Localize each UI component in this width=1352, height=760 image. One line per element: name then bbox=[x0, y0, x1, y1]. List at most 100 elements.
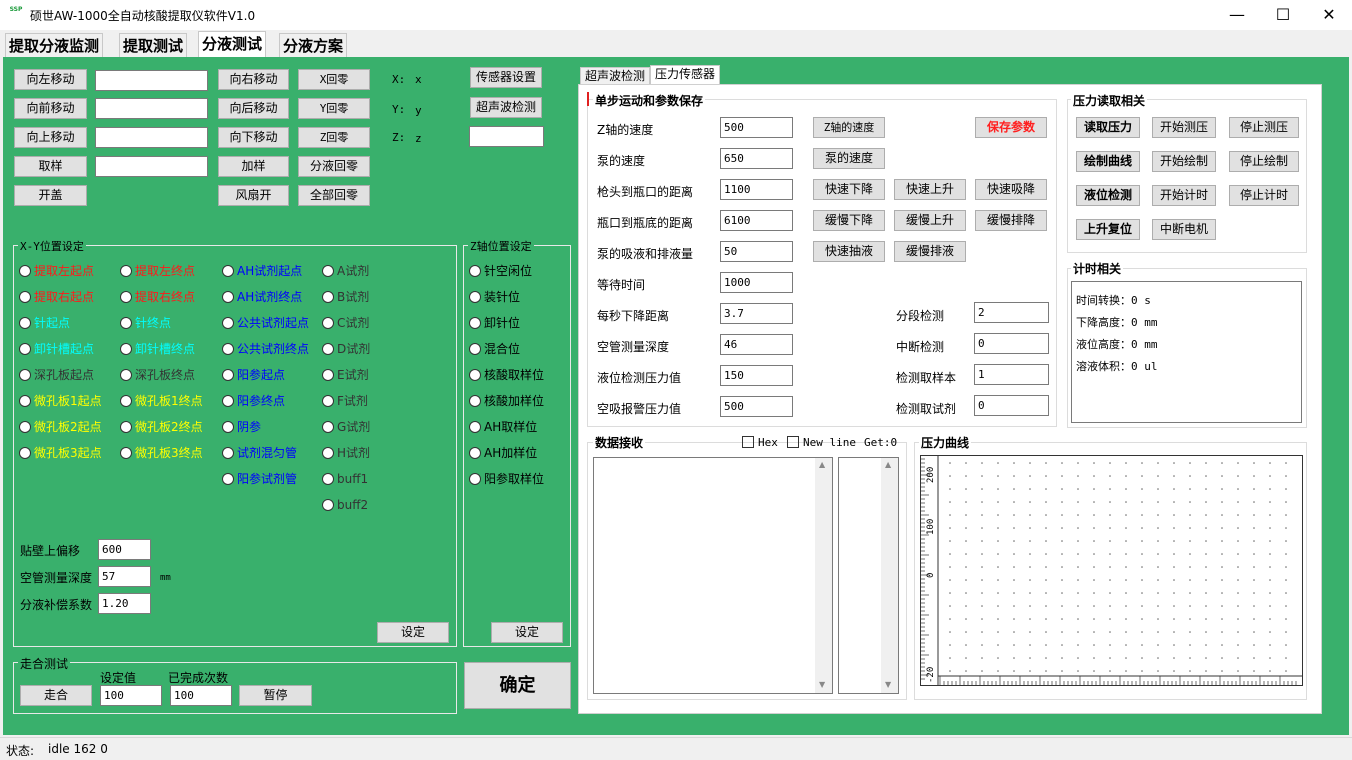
param-input[interactable]: 46 bbox=[720, 334, 793, 355]
move-down-button[interactable]: 向下移动 bbox=[218, 127, 289, 148]
z-set-button[interactable]: 设定 bbox=[491, 622, 563, 643]
xy-radio-col1-1[interactable]: 提取右起点 bbox=[19, 290, 94, 304]
xy-radio-col1-5[interactable]: 微孔板1起点 bbox=[19, 394, 102, 408]
xy-radio-col4-7[interactable]: H试剂 bbox=[322, 446, 370, 460]
xy-radio-col1-7[interactable]: 微孔板3起点 bbox=[19, 446, 102, 460]
confirm-button[interactable]: 确定 bbox=[464, 662, 571, 709]
radio-button-icon[interactable] bbox=[19, 447, 31, 459]
stop-draw-button[interactable]: 停止绘制 bbox=[1229, 151, 1299, 172]
draw-curve-button[interactable]: 绘制曲线 bbox=[1076, 151, 1140, 172]
z-radio-4[interactable]: 核酸取样位 bbox=[469, 368, 544, 382]
stop-timer-button[interactable]: 停止计时 bbox=[1229, 185, 1299, 206]
stop-motor-button[interactable]: 中断电机 bbox=[1152, 219, 1216, 240]
radio-button-icon[interactable] bbox=[120, 447, 132, 459]
sample-button[interactable]: 取样 bbox=[14, 156, 87, 177]
detect-sample-input[interactable]: 1 bbox=[974, 364, 1049, 385]
radio-button-icon[interactable] bbox=[19, 317, 31, 329]
radio-button-icon[interactable] bbox=[120, 317, 132, 329]
param-input[interactable]: 1100 bbox=[720, 179, 793, 200]
radio-button-icon[interactable] bbox=[322, 395, 334, 407]
stop-measure-button[interactable]: 停止测压 bbox=[1229, 117, 1299, 138]
tab-ultrasonic[interactable]: 超声波检测 bbox=[580, 67, 651, 85]
xy-radio-col1-4[interactable]: 深孔板起点 bbox=[19, 368, 94, 382]
radio-button-icon[interactable] bbox=[469, 291, 481, 303]
detect-reagent-input[interactable]: 0 bbox=[974, 395, 1049, 416]
radio-button-icon[interactable] bbox=[469, 395, 481, 407]
compensation-input[interactable]: 1.20 bbox=[98, 593, 151, 614]
param-input[interactable]: 150 bbox=[720, 365, 793, 386]
slow-up-button[interactable]: 缓慢上升 bbox=[894, 210, 966, 231]
xy-radio-col1-6[interactable]: 微孔板2起点 bbox=[19, 420, 102, 434]
radio-button-icon[interactable] bbox=[222, 473, 234, 485]
xy-radio-col2-4[interactable]: 深孔板终点 bbox=[120, 368, 195, 382]
xy-radio-col1-2[interactable]: 针起点 bbox=[19, 316, 70, 330]
xy-radio-col2-5[interactable]: 微孔板1终点 bbox=[120, 394, 203, 408]
param-input[interactable]: 50 bbox=[720, 241, 793, 262]
done-count-input[interactable]: 100 bbox=[170, 685, 232, 706]
radio-button-icon[interactable] bbox=[322, 317, 334, 329]
radio-button-icon[interactable] bbox=[322, 473, 334, 485]
param-input[interactable]: 1000 bbox=[720, 272, 793, 293]
xy-radio-col2-0[interactable]: 提取左终点 bbox=[120, 264, 195, 278]
radio-button-icon[interactable] bbox=[222, 369, 234, 381]
minimize-button[interactable]: — bbox=[1214, 0, 1260, 30]
xy-radio-col3-7[interactable]: 试剂混匀管 bbox=[222, 446, 297, 460]
dispense-zero-button[interactable]: 分液回零 bbox=[298, 156, 370, 177]
radio-button-icon[interactable] bbox=[19, 395, 31, 407]
sensor-settings-button[interactable]: 传感器设置 bbox=[470, 67, 542, 88]
xy-radio-col2-2[interactable]: 针终点 bbox=[120, 316, 171, 330]
xy-radio-col2-1[interactable]: 提取右终点 bbox=[120, 290, 195, 304]
radio-button-icon[interactable] bbox=[19, 369, 31, 381]
start-measure-button[interactable]: 开始测压 bbox=[1152, 117, 1216, 138]
data-receive-scrollbar[interactable] bbox=[815, 458, 832, 693]
radio-button-icon[interactable] bbox=[322, 265, 334, 277]
xy-radio-col3-5[interactable]: 阳参终点 bbox=[222, 394, 285, 408]
fast-suck-button[interactable]: 快速吸降 bbox=[975, 179, 1047, 200]
radio-button-icon[interactable] bbox=[322, 291, 334, 303]
radio-button-icon[interactable] bbox=[469, 265, 481, 277]
set-value-input[interactable]: 100 bbox=[100, 685, 162, 706]
interrupt-detect-input[interactable]: 0 bbox=[974, 333, 1049, 354]
tab-extract-test[interactable]: 提取测试 bbox=[119, 33, 188, 57]
radio-button-icon[interactable] bbox=[120, 343, 132, 355]
tab-extract-monitor[interactable]: 提取分液监测 bbox=[5, 33, 104, 57]
xy-radio-col4-2[interactable]: C试剂 bbox=[322, 316, 369, 330]
tab-pressure-sensor[interactable]: 压力传感器 bbox=[650, 65, 721, 85]
radio-button-icon[interactable] bbox=[222, 265, 234, 277]
radio-button-icon[interactable] bbox=[222, 395, 234, 407]
xy-radio-col2-3[interactable]: 卸针槽终点 bbox=[120, 342, 195, 356]
radio-button-icon[interactable] bbox=[322, 447, 334, 459]
radio-button-icon[interactable] bbox=[222, 447, 234, 459]
start-draw-button[interactable]: 开始绘制 bbox=[1152, 151, 1216, 172]
offset-input[interactable]: 600 bbox=[98, 539, 151, 560]
z-radio-0[interactable]: 针空闲位 bbox=[469, 264, 532, 278]
xy-radio-col3-6[interactable]: 阴参 bbox=[222, 420, 261, 434]
tab-dispense-test[interactable]: 分液测试 bbox=[198, 31, 267, 57]
newline-checkbox[interactable]: New line bbox=[787, 436, 856, 449]
xy-radio-col1-3[interactable]: 卸针槽起点 bbox=[19, 342, 94, 356]
radio-button-icon[interactable] bbox=[19, 421, 31, 433]
read-pressure-button[interactable]: 读取压力 bbox=[1076, 117, 1140, 138]
xy-radio-col2-7[interactable]: 微孔板3终点 bbox=[120, 446, 203, 460]
ultrasonic-value-input[interactable] bbox=[469, 126, 544, 147]
move-forward-input[interactable] bbox=[95, 98, 208, 119]
xy-radio-col3-0[interactable]: AH试剂起点 bbox=[222, 264, 302, 278]
scroll-up-icon-2[interactable]: ▲ bbox=[885, 460, 891, 469]
move-back-button[interactable]: 向后移动 bbox=[218, 98, 289, 119]
y-zero-button[interactable]: Y回零 bbox=[298, 98, 370, 119]
move-up-input[interactable] bbox=[95, 127, 208, 148]
z-zero-button[interactable]: Z回零 bbox=[298, 127, 370, 148]
xy-radio-col3-4[interactable]: 阳参起点 bbox=[222, 368, 285, 382]
hex-checkbox-box[interactable] bbox=[742, 436, 754, 448]
fast-up-button[interactable]: 快速上升 bbox=[894, 179, 966, 200]
radio-button-icon[interactable] bbox=[19, 343, 31, 355]
z-radio-6[interactable]: AH取样位 bbox=[469, 420, 537, 434]
radio-button-icon[interactable] bbox=[19, 265, 31, 277]
param-input[interactable]: 500 bbox=[720, 117, 793, 138]
param-input[interactable]: 650 bbox=[720, 148, 793, 169]
xy-radio-col1-0[interactable]: 提取左起点 bbox=[19, 264, 94, 278]
radio-button-icon[interactable] bbox=[469, 369, 481, 381]
slow-discharge-button[interactable]: 缓慢排液 bbox=[894, 241, 966, 262]
ultrasonic-detect-button[interactable]: 超声波检测 bbox=[470, 97, 542, 118]
move-right-button[interactable]: 向右移动 bbox=[218, 69, 289, 90]
